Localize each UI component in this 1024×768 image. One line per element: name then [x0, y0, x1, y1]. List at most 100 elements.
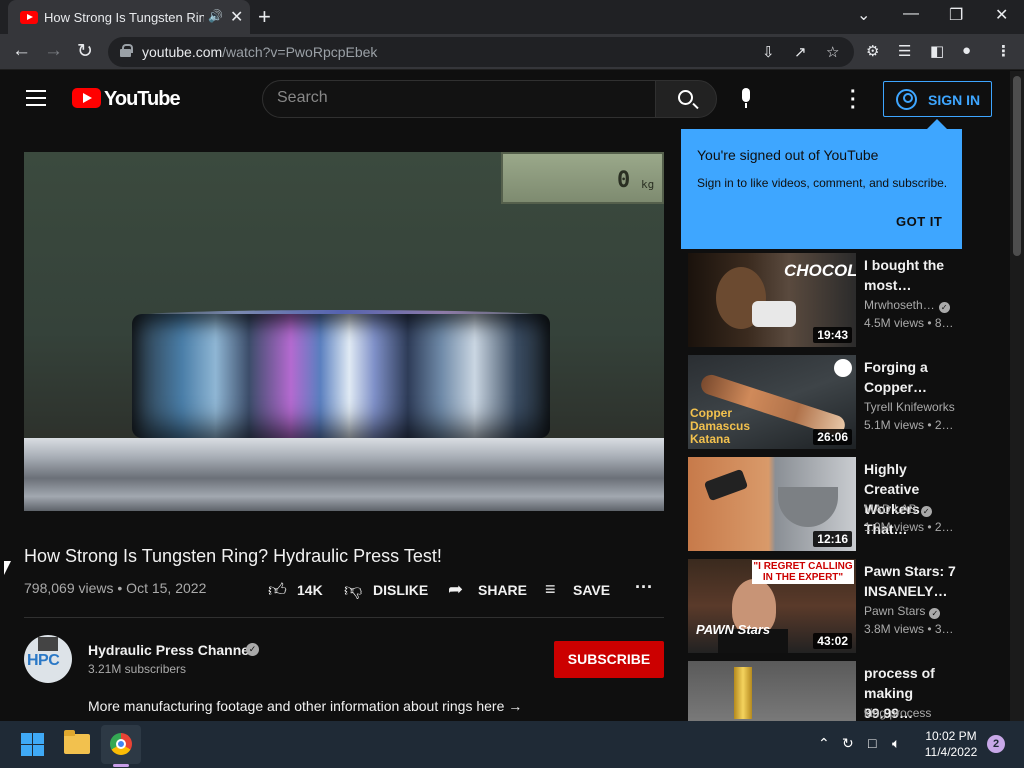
- recommendation-title[interactable]: I bought the most…: [864, 255, 964, 295]
- youtube-favicon-icon: [20, 11, 38, 24]
- recommendation-title[interactable]: Forging a Copper…: [864, 357, 964, 397]
- file-explorer-icon[interactable]: [64, 730, 90, 754]
- recommendation-thumbnail[interactable]: CHOCOLATE 19:43: [688, 253, 856, 347]
- press-plate: [24, 438, 664, 511]
- search-button[interactable]: [655, 80, 717, 118]
- thumb-caption: CHOCOLATE: [784, 261, 856, 280]
- verified-check-icon: ✓: [938, 302, 950, 313]
- browser-tab[interactable]: How Strong Is Tungsten Ring? Hydraulic P…: [8, 0, 250, 34]
- recommendation-title[interactable]: Pawn Stars: 7 INSANELY…: [864, 561, 964, 601]
- youtube-logo-icon[interactable]: [72, 88, 101, 108]
- bookmark-star-icon[interactable]: ☆: [826, 43, 839, 61]
- recommendation-item[interactable]: Copper Damascus Katana 26:06 Forging a Co…: [688, 355, 968, 449]
- chrome-taskbar-button[interactable]: [101, 725, 141, 764]
- share-page-icon[interactable]: ↗: [794, 43, 807, 61]
- tab-search-chevron-icon[interactable]: ⌄: [857, 5, 870, 25]
- recommendation-thumbnail[interactable]: Copper Damascus Katana 26:06: [688, 355, 856, 449]
- scale-unit: kg: [641, 178, 655, 191]
- profile-icon[interactable]: ●: [962, 42, 971, 59]
- account-circle-icon: [896, 89, 917, 110]
- recommendation-channel[interactable]: Tyrell Knifeworks: [864, 400, 955, 414]
- video-description[interactable]: More manufacturing footage and other inf…: [88, 698, 522, 714]
- side-panel-icon[interactable]: ◧: [930, 42, 944, 60]
- share-button[interactable]: SHARE: [478, 582, 527, 598]
- channel-name[interactable]: Hydraulic Press Channel: [88, 642, 253, 658]
- recommendation-item[interactable]: CHOCOLATE 19:43 I bought themost… Mrwhos…: [688, 253, 968, 347]
- share-arrow-icon[interactable]: ➦: [448, 579, 463, 600]
- scale-display: 0 kg: [501, 152, 664, 204]
- back-arrow-icon[interactable]: ←: [12, 40, 31, 62]
- pawn-stars-logo-icon: PAWN Stars: [696, 622, 771, 637]
- video-duration: 26:06: [813, 429, 852, 445]
- video-duration: 43:02: [813, 633, 852, 649]
- youtube-wordmark[interactable]: YouTube: [104, 88, 181, 111]
- got-it-button[interactable]: GOT IT: [896, 214, 942, 229]
- volume-speaker-icon[interactable]: 🔈︎: [892, 735, 900, 752]
- close-tab-icon[interactable]: ✕: [230, 7, 243, 27]
- recommendation-channel[interactable]: king process: [864, 706, 931, 720]
- install-app-icon[interactable]: ⇩: [762, 43, 775, 61]
- recommendation-thumbnail[interactable]: 12:16: [688, 457, 856, 551]
- recommendation-channel[interactable]: Mrwhoseth… ✓: [864, 298, 950, 313]
- recommendation-item[interactable]: 12:16 Highly Creative Workers That… MAD L…: [688, 457, 968, 551]
- minimize-button[interactable]: —: [903, 5, 919, 23]
- restore-button[interactable]: ❐: [949, 5, 963, 25]
- scale-reading: 0: [617, 168, 631, 193]
- clock-time: 10:02 PM: [925, 729, 977, 743]
- windows-start-icon[interactable]: [21, 733, 44, 756]
- chrome-menu-icon[interactable]: ⋮: [996, 42, 1011, 60]
- avatar-press-graphic: [38, 637, 58, 651]
- like-count[interactable]: 14K: [297, 582, 323, 598]
- hamburger-menu-icon[interactable]: [26, 90, 46, 106]
- recommendation-thumbnail[interactable]: "I REGRET CALLING IN THE EXPERT" PAWN St…: [688, 559, 856, 653]
- system-clock[interactable]: 10:02 PM 11/4/2022: [922, 728, 980, 760]
- search-input[interactable]: [277, 89, 637, 107]
- media-control-icon[interactable]: ☰: [898, 42, 911, 60]
- recommendation-views: 4.5M views • 8…: [864, 316, 954, 330]
- like-thumb-icon[interactable]: 👍︎: [268, 579, 287, 601]
- video-duration: 12:16: [813, 531, 852, 547]
- new-tab-button[interactable]: +: [258, 4, 271, 30]
- thumb-caption: Copper Damascus Katana: [690, 406, 751, 446]
- reload-icon[interactable]: ↻: [77, 40, 93, 63]
- recommendation-views: 3.8M views • 3…: [864, 622, 954, 636]
- video-player[interactable]: 0 kg: [24, 152, 664, 511]
- url-text[interactable]: youtube.com/watch?v=PwoRpcpEbek: [142, 44, 377, 60]
- audio-playing-icon[interactable]: 🔊: [208, 9, 223, 23]
- voice-search-mic-icon[interactable]: [740, 88, 752, 110]
- recommendation-item[interactable]: "I REGRET CALLING IN THE EXPERT" PAWN St…: [688, 559, 968, 653]
- close-window-button[interactable]: ✕: [995, 5, 1008, 25]
- windows-taskbar: ⌃ ↻ □ 🔈︎ 10:02 PM 11/4/2022 2: [0, 721, 1024, 768]
- extensions-puzzle-icon[interactable]: ⚙: [866, 42, 879, 60]
- notification-badge[interactable]: 2: [987, 735, 1005, 753]
- recommendation-channel[interactable]: MAD LAB ✓: [864, 502, 932, 517]
- channel-avatar[interactable]: HPC: [24, 635, 72, 683]
- recommendation-channel[interactable]: Pawn Stars ✓: [864, 604, 941, 619]
- dislike-button[interactable]: DISLIKE: [373, 582, 428, 598]
- save-playlist-add-icon[interactable]: ≡: [545, 579, 556, 600]
- recommendation-item[interactable]: process of making 99.99… king process: [688, 661, 968, 721]
- address-bar[interactable]: youtube.com/watch?v=PwoRpcpEbek ⇩ ↗ ☆: [108, 37, 854, 67]
- network-monitor-icon[interactable]: □: [868, 735, 876, 751]
- subscribe-button[interactable]: SUBSCRIBE: [554, 641, 664, 678]
- show-hidden-icons-chevron-icon[interactable]: ⌃: [818, 735, 830, 752]
- thumb-caption: "I REGRET CALLING IN THE EXPERT": [752, 560, 854, 584]
- forward-arrow-icon[interactable]: →: [44, 40, 63, 62]
- chrome-icon: [110, 733, 132, 755]
- active-app-indicator: [113, 764, 129, 767]
- settings-more-icon[interactable]: · · ·: [850, 82, 857, 118]
- avatar-logo-text: HPC: [27, 652, 60, 669]
- search-box[interactable]: [262, 80, 656, 118]
- wrapper-graphic: [752, 301, 796, 327]
- subscriber-count: 3.21M subscribers: [88, 662, 187, 676]
- recommendation-thumbnail[interactable]: [688, 661, 856, 721]
- scrollbar-thumb[interactable]: [1013, 76, 1021, 256]
- dislike-thumb-icon[interactable]: 👎︎: [344, 579, 362, 601]
- sync-icon[interactable]: ↻: [842, 735, 854, 752]
- video-meta: 798,069 views • Oct 15, 2022: [24, 580, 207, 596]
- save-button[interactable]: SAVE: [573, 582, 610, 598]
- more-actions-icon[interactable]: ···: [635, 577, 653, 598]
- sign-in-button[interactable]: SIGN IN: [883, 81, 992, 117]
- lock-icon[interactable]: [120, 44, 133, 57]
- popup-title: You're signed out of YouTube: [697, 147, 879, 163]
